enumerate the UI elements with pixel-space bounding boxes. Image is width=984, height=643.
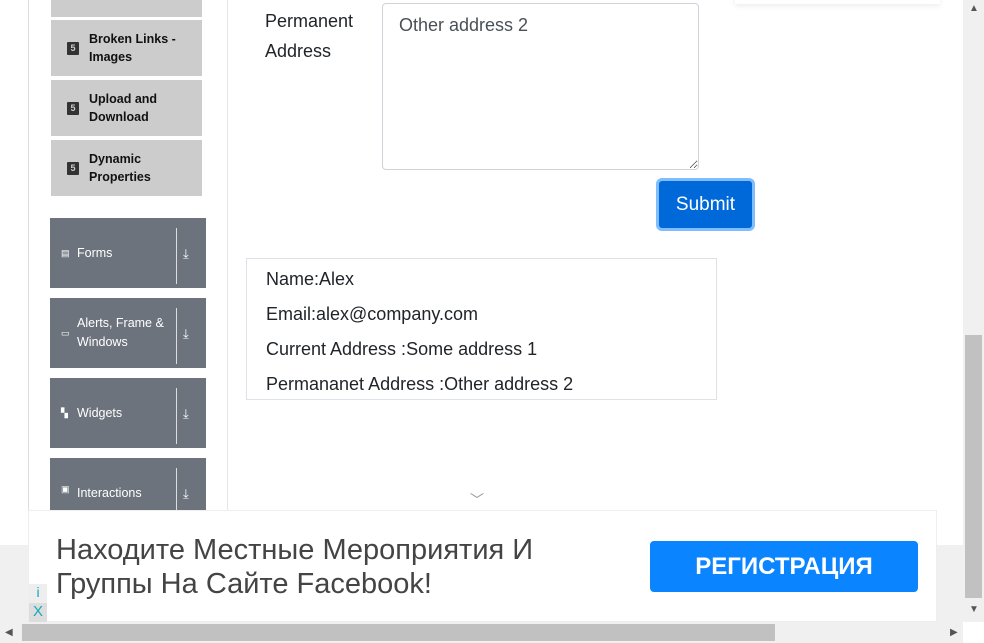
html5-icon: 5 <box>67 41 79 55</box>
output-email: Email:alex@company.com <box>266 304 479 324</box>
sidebar-item-dynamic-properties[interactable]: 5 Dynamic Properties <box>51 140 202 196</box>
scroll-down-arrow-icon[interactable]: ▼ <box>969 604 979 615</box>
output-name: Name:Alex <box>266 269 355 289</box>
window-icon: ▭ <box>61 327 70 338</box>
sidebar-item-broken-links[interactable]: 5 Broken Links - Images <box>51 20 202 76</box>
sidebar-item-label: Upload and Download <box>89 92 158 124</box>
submit-button[interactable]: Submit <box>656 178 755 231</box>
interactions-icon: ▣ <box>61 484 70 494</box>
chevron-down-icon[interactable]: ﹀ <box>470 490 484 510</box>
divider <box>227 0 228 512</box>
permanent-address-input[interactable]: Other address 2 <box>382 3 699 170</box>
download-arrow-icon[interactable]: ⤓ <box>183 246 189 262</box>
group-label: Alerts, Frame & Windows <box>77 316 164 349</box>
ad-close-icon[interactable]: X <box>29 603 47 622</box>
sidebar-group-interactions[interactable]: ▣ Interactions ⤓ <box>50 458 206 524</box>
html5-icon: 5 <box>67 161 79 175</box>
ad-banner[interactable]: Находите Местные Мероприятия И Группы На… <box>28 510 937 622</box>
ad-register-button[interactable]: РЕГИСТРАЦИЯ <box>650 541 918 592</box>
widgets-icon: ▚ <box>61 407 68 418</box>
horizontal-scrollbar-thumb[interactable] <box>22 624 775 641</box>
sidebar-item-label: Broken Links - Images <box>89 32 176 64</box>
card-shadow <box>735 0 940 4</box>
scroll-up-arrow-icon[interactable]: ▲ <box>969 3 979 14</box>
form-icon: ▤ <box>61 247 70 258</box>
download-arrow-icon[interactable]: ⤓ <box>183 326 189 342</box>
divider <box>28 0 29 545</box>
sidebar-group-alerts[interactable]: ▭ Alerts, Frame & Windows ⤓ <box>50 298 206 368</box>
output-permanent-address: Permananet Address :Other address 2 <box>266 374 574 394</box>
html5-icon: 5 <box>67 101 79 115</box>
sidebar-group-widgets[interactable]: ▚ Widgets ⤓ <box>50 378 206 448</box>
sidebar-group-forms[interactable]: ▤ Forms ⤓ <box>50 218 206 288</box>
vertical-scrollbar-thumb[interactable] <box>965 335 982 598</box>
sidebar-item-label: Dynamic Properties <box>89 152 151 184</box>
sidebar-item-upload-download[interactable]: 5 Upload and Download <box>51 80 202 136</box>
download-arrow-icon[interactable]: ⤓ <box>183 486 189 502</box>
ad-info-icon[interactable]: i <box>29 584 47 603</box>
scroll-left-arrow-icon[interactable]: ◀ <box>5 627 13 638</box>
output-current-address: Current Address :Some address 1 <box>266 339 538 359</box>
download-arrow-icon[interactable]: ⤓ <box>183 406 189 422</box>
output-box: Name:Alex Email:alex@company.com Current… <box>246 258 717 400</box>
sidebar-subitem-partial[interactable] <box>51 0 202 17</box>
scroll-right-arrow-icon[interactable]: ▶ <box>950 627 958 638</box>
ad-text: Находите Местные Мероприятия И Группы На… <box>56 534 534 600</box>
permanent-address-label: Permanent Address <box>265 11 354 61</box>
